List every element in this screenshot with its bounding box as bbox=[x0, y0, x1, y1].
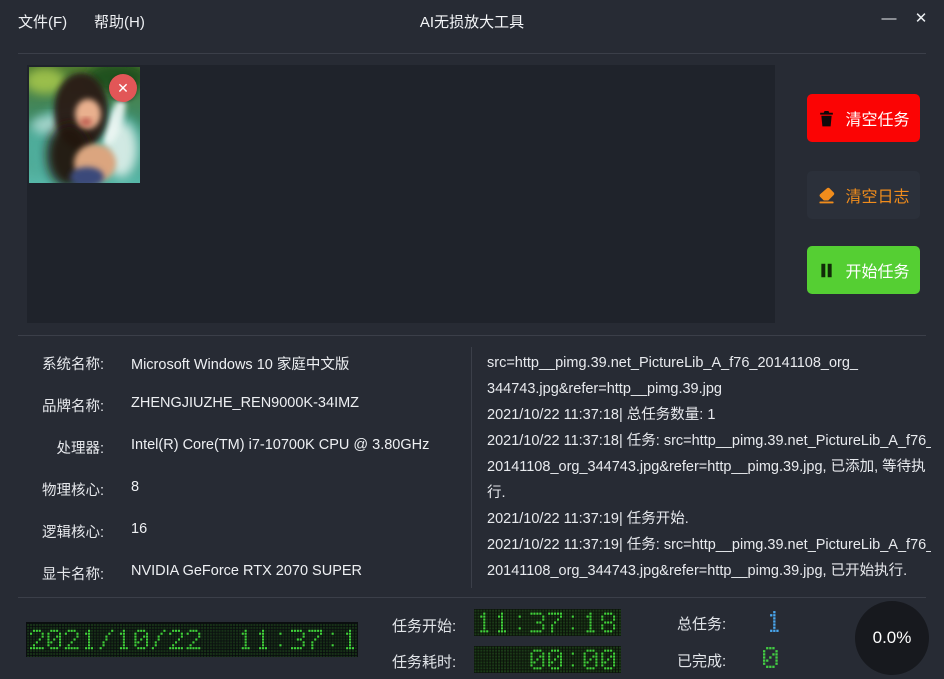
info-row-gpu: 显卡名称: NVIDIA GeForce RTX 2070 SUPER bbox=[28, 563, 458, 583]
start-task-button[interactable]: 开始任务 bbox=[807, 246, 920, 294]
task-elapsed-label: 任务耗时: bbox=[392, 651, 456, 672]
info-label: 处理器: bbox=[28, 437, 104, 457]
menu-help[interactable]: 帮助(H) bbox=[94, 11, 145, 32]
log-line: 2021/10/22 11:37:19| 任务开始. bbox=[487, 506, 931, 532]
info-value: ZHENGJIUZHE_REN9000K-34IMZ bbox=[131, 395, 359, 415]
info-row-brand: 品牌名称: ZHENGJIUZHE_REN9000K-34IMZ bbox=[28, 395, 458, 415]
statusbar-divider bbox=[18, 597, 926, 598]
info-label: 显卡名称: bbox=[28, 563, 104, 583]
info-row-cpu: 处理器: Intel(R) Core(TM) i7-10700K CPU @ 3… bbox=[28, 437, 458, 457]
info-value: NVIDIA GeForce RTX 2070 SUPER bbox=[131, 563, 362, 583]
progress-percent: 0.0% bbox=[873, 628, 912, 648]
clear-log-button[interactable]: 清空日志 bbox=[807, 171, 920, 219]
info-value: Microsoft Windows 10 家庭中文版 bbox=[131, 353, 349, 373]
log-line: 2021/10/22 11:37:18| 总任务数量: 1 bbox=[487, 402, 931, 428]
trash-icon bbox=[817, 109, 836, 128]
app-window: 文件(F) 帮助(H) AI无损放大工具 — ✕ bbox=[0, 0, 944, 679]
log-line: 2021/10/22 11:37:18| 任务: src=http__pimg.… bbox=[487, 428, 931, 454]
task-list-panel: ✕ bbox=[27, 65, 775, 323]
titlebar-divider bbox=[18, 53, 926, 54]
clear-tasks-label: 清空任务 bbox=[845, 106, 909, 130]
log-line: 行. bbox=[487, 480, 931, 506]
task-start-led-display bbox=[474, 609, 621, 636]
info-value: Intel(R) Core(TM) i7-10700K CPU @ 3.80GH… bbox=[131, 437, 429, 457]
info-row-physical-cores: 物理核心: 8 bbox=[28, 479, 458, 499]
task-elapsed-led-display bbox=[474, 646, 621, 673]
menu-file[interactable]: 文件(F) bbox=[18, 11, 67, 32]
completed-tasks-value bbox=[763, 646, 780, 669]
log-pane[interactable]: src=http__pimg.39.net_PictureLib_A_f76_2… bbox=[487, 350, 931, 588]
info-value: 8 bbox=[131, 479, 139, 499]
info-value: 16 bbox=[131, 521, 147, 541]
eraser-icon bbox=[817, 186, 836, 205]
info-label: 逻辑核心: bbox=[28, 521, 104, 541]
completed-tasks-label: 已完成: bbox=[677, 650, 726, 671]
minimize-button[interactable]: — bbox=[876, 5, 902, 31]
total-tasks-value bbox=[767, 610, 784, 633]
window-title: AI无损放大工具 bbox=[200, 11, 744, 32]
task-thumbnail[interactable]: ✕ bbox=[29, 67, 140, 183]
led-clock-display bbox=[26, 622, 358, 657]
log-line: 20141108_org_344743.jpg&refer=http__pimg… bbox=[487, 558, 931, 584]
info-log-divider bbox=[471, 347, 472, 588]
log-line: 20141108_org_344743.jpg&refer=http__pimg… bbox=[487, 454, 931, 480]
info-row-os: 系统名称: Microsoft Windows 10 家庭中文版 bbox=[28, 353, 458, 373]
task-start-label: 任务开始: bbox=[392, 615, 456, 636]
system-info: 系统名称: Microsoft Windows 10 家庭中文版 品牌名称: Z… bbox=[28, 353, 458, 605]
pause-icon bbox=[817, 261, 836, 280]
info-label: 品牌名称: bbox=[28, 395, 104, 415]
total-tasks-label: 总任务: bbox=[677, 613, 726, 634]
close-button[interactable]: ✕ bbox=[908, 5, 934, 31]
progress-indicator: 0.0% bbox=[855, 601, 929, 675]
info-label: 系统名称: bbox=[28, 353, 104, 373]
log-line: src=http__pimg.39.net_PictureLib_A_f76_2… bbox=[487, 350, 931, 376]
clear-tasks-button[interactable]: 清空任务 bbox=[807, 94, 920, 142]
remove-task-icon[interactable]: ✕ bbox=[109, 74, 137, 102]
info-label: 物理核心: bbox=[28, 479, 104, 499]
section-divider bbox=[18, 335, 926, 336]
log-line: 2021/10/22 11:37:19| 任务: src=http__pimg.… bbox=[487, 532, 931, 558]
log-line: 344743.jpg&refer=http__pimg.39.jpg bbox=[487, 376, 931, 402]
clear-log-label: 清空日志 bbox=[845, 183, 909, 207]
info-row-logical-cores: 逻辑核心: 16 bbox=[28, 521, 458, 541]
start-task-label: 开始任务 bbox=[845, 258, 909, 282]
